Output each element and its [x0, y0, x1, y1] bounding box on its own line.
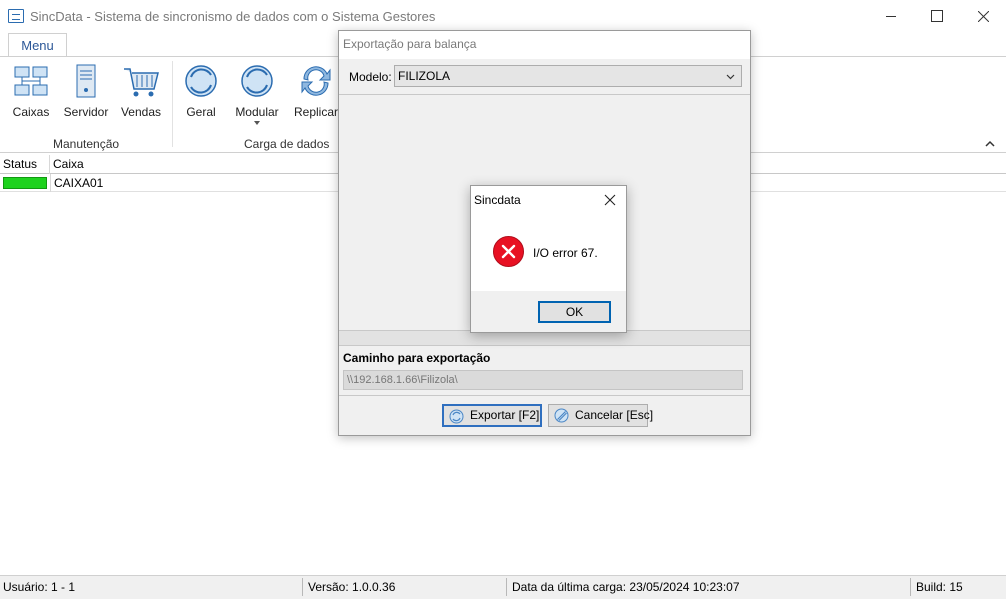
- group-label-carga: Carga de dados: [244, 137, 330, 151]
- status-versao: Versão: 1.0.0.36: [305, 578, 507, 596]
- model-label: Modelo:: [349, 70, 392, 84]
- export-icon: [449, 409, 464, 424]
- cancel-icon: [554, 408, 569, 423]
- footer-separator: [339, 395, 750, 396]
- cancel-button[interactable]: Cancelar [Esc]: [548, 404, 653, 427]
- model-select-value: FILIZOLA: [398, 69, 451, 83]
- cancel-button-label: Cancelar [Esc]: [575, 408, 654, 422]
- tab-menu[interactable]: Menu: [8, 33, 67, 58]
- app-icon: [8, 9, 24, 23]
- dropdown-arrow-icon: [254, 121, 260, 125]
- window-title: SincData - Sistema de sincronismo de dad…: [30, 9, 436, 24]
- geral-button[interactable]: Geral: [180, 61, 222, 129]
- servidor-button[interactable]: Servidor: [62, 61, 110, 129]
- export-button[interactable]: Exportar [F2]: [442, 404, 542, 427]
- modular-button[interactable]: Modular: [232, 61, 282, 137]
- collapse-ribbon-icon[interactable]: [985, 139, 995, 149]
- server-icon: [76, 64, 96, 98]
- vendas-button[interactable]: Vendas: [119, 61, 163, 129]
- replicar-button[interactable]: Replicar: [293, 61, 339, 129]
- error-icon: [493, 236, 524, 267]
- refresh-icon: [301, 66, 331, 96]
- vendas-label: Vendas: [120, 105, 162, 119]
- path-label: Caminho para exportação: [343, 351, 491, 365]
- main-titlebar: SincData - Sistema de sincronismo de dad…: [0, 0, 1006, 32]
- path-input[interactable]: \\192.168.1.66\Filizola\: [343, 370, 743, 390]
- model-select[interactable]: FILIZOLA: [394, 65, 742, 87]
- shopping-cart-icon: [124, 68, 159, 97]
- status-ultima-carga: Data da última carga: 23/05/2024 10:23:0…: [509, 578, 911, 596]
- status-build: Build: 15: [913, 578, 1006, 596]
- maximize-button[interactable]: [914, 0, 960, 32]
- minimize-button[interactable]: [868, 0, 914, 32]
- chevron-down-icon: [726, 74, 735, 80]
- status-indicator: [3, 177, 47, 189]
- group-separator: [172, 61, 173, 147]
- column-header-caixa[interactable]: Caixa: [50, 155, 350, 174]
- geral-label: Geral: [186, 105, 216, 119]
- model-row: Modelo: FILIZOLA: [339, 59, 750, 95]
- message-box-footer: OK: [471, 291, 626, 332]
- close-button[interactable]: [960, 0, 1006, 32]
- caixas-label: Caixas: [12, 105, 50, 119]
- export-dialog-title: Exportação para balança: [339, 31, 750, 59]
- message-text: I/O error 67.: [533, 246, 598, 260]
- export-button-label: Exportar [F2]: [470, 408, 540, 422]
- ok-button[interactable]: OK: [538, 301, 611, 323]
- close-icon[interactable]: [604, 194, 616, 206]
- network-computers-icon: [14, 66, 48, 96]
- status-usuario: Usuário: 1 - 1: [0, 578, 303, 596]
- caixas-button[interactable]: Caixas: [8, 61, 54, 129]
- sync-icon: [185, 65, 217, 97]
- error-message-box: Sincdata I/O error 67. OK: [470, 185, 627, 333]
- caixa-cell: CAIXA01: [50, 174, 350, 192]
- servidor-label: Servidor: [63, 105, 109, 119]
- column-header-status[interactable]: Status: [0, 155, 50, 174]
- close-icon: [977, 10, 989, 22]
- sync-icon: [241, 65, 273, 97]
- group-label-manutencao: Manutenção: [53, 137, 120, 151]
- replicar-label: Replicar: [293, 105, 338, 119]
- statusbar: Usuário: 1 - 1 Versão: 1.0.0.36 Data da …: [0, 575, 1006, 599]
- modular-label: Modular: [235, 105, 279, 119]
- message-box-title: Sincdata: [474, 193, 521, 207]
